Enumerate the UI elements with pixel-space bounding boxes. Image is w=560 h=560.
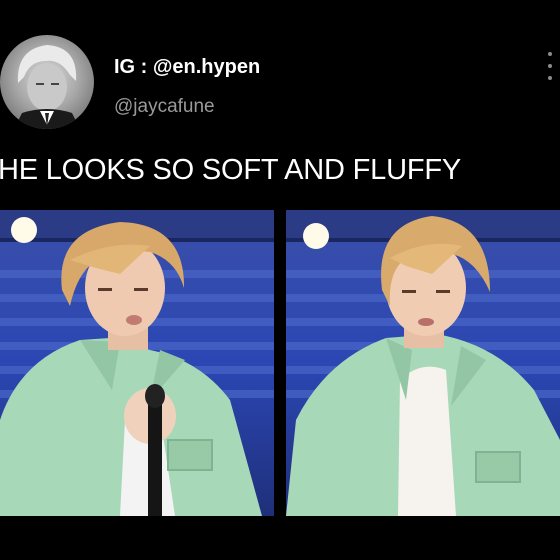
- more-dot: [548, 64, 552, 68]
- tweet-image-right[interactable]: [286, 210, 560, 516]
- user-handle[interactable]: @jaycafune: [114, 96, 215, 118]
- tweet-text: HE LOOKS SO SOFT AND FLUFFY: [0, 154, 461, 186]
- display-name[interactable]: IG : @en.hypen: [114, 56, 260, 79]
- tweet-image-left[interactable]: [0, 210, 274, 516]
- more-dot: [548, 52, 552, 56]
- more-dot: [548, 76, 552, 80]
- avatar[interactable]: [0, 35, 94, 129]
- more-vertical-icon[interactable]: [542, 52, 558, 80]
